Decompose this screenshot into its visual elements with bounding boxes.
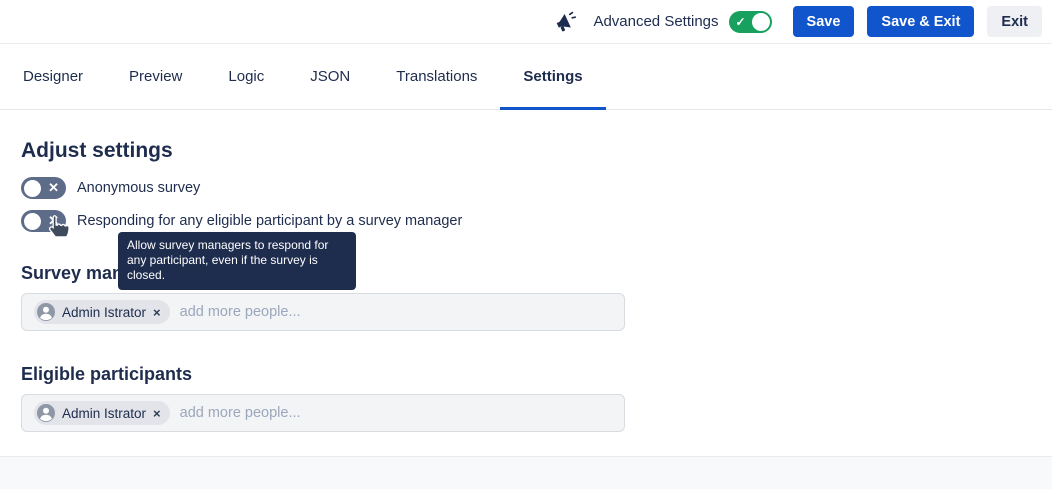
tab-preview[interactable]: Preview <box>106 44 205 109</box>
eligible-participants-heading: Eligible participants <box>21 364 1032 385</box>
page-footer <box>0 456 1052 489</box>
toggle-knob <box>752 13 770 31</box>
check-icon: ✓ <box>736 14 746 30</box>
avatar-icon <box>37 303 55 321</box>
tab-designer[interactable]: Designer <box>0 44 106 109</box>
toggle-knob <box>24 180 41 197</box>
anonymous-survey-label: Anonymous survey <box>77 180 200 196</box>
toggle-knob <box>24 213 41 230</box>
exit-button[interactable]: Exit <box>987 6 1042 37</box>
x-icon: ✕ <box>48 180 59 196</box>
add-people-input[interactable] <box>180 304 612 320</box>
eligible-participants-section: Eligible participants Admin Istrator × <box>21 364 1032 432</box>
anonymous-survey-toggle[interactable]: ✕ <box>21 177 66 199</box>
tab-json[interactable]: JSON <box>287 44 373 109</box>
survey-managers-input-box[interactable]: Admin Istrator × <box>21 293 625 331</box>
tab-bar: Designer Preview Logic JSON Translations… <box>0 44 1052 110</box>
page-title: Adjust settings <box>21 139 1032 163</box>
eligible-participants-input-box[interactable]: Admin Istrator × <box>21 394 625 432</box>
advanced-settings-control: Advanced Settings ✓ <box>553 10 771 34</box>
person-chip-name: Admin Istrator <box>62 406 146 421</box>
add-people-input[interactable] <box>180 405 612 421</box>
save-and-exit-button[interactable]: Save & Exit <box>867 6 974 37</box>
advanced-settings-toggle[interactable]: ✓ <box>729 11 772 33</box>
person-chip: Admin Istrator × <box>34 300 170 324</box>
tab-settings[interactable]: Settings <box>500 44 605 109</box>
top-toolbar: Advanced Settings ✓ Save Save & Exit Exi… <box>0 0 1052 44</box>
manager-responding-toggle[interactable]: ✕ <box>21 210 66 232</box>
person-chip-name: Admin Istrator <box>62 305 146 320</box>
megaphone-icon <box>553 10 577 34</box>
person-chip: Admin Istrator × <box>34 401 170 425</box>
remove-person-icon[interactable]: × <box>153 306 161 319</box>
tab-logic[interactable]: Logic <box>205 44 287 109</box>
tab-translations[interactable]: Translations <box>373 44 500 109</box>
anonymous-survey-row: ✕ Anonymous survey <box>21 177 1032 199</box>
manager-responding-label: Responding for any eligible participant … <box>77 213 462 229</box>
toggle-tooltip: Allow survey managers to respond for any… <box>118 232 356 290</box>
x-icon: ✕ <box>48 213 59 229</box>
avatar-icon <box>37 404 55 422</box>
advanced-settings-label: Advanced Settings <box>593 13 718 30</box>
manager-responding-row: ✕ Responding for any eligible participan… <box>21 210 1032 232</box>
remove-person-icon[interactable]: × <box>153 407 161 420</box>
save-button[interactable]: Save <box>793 6 855 37</box>
